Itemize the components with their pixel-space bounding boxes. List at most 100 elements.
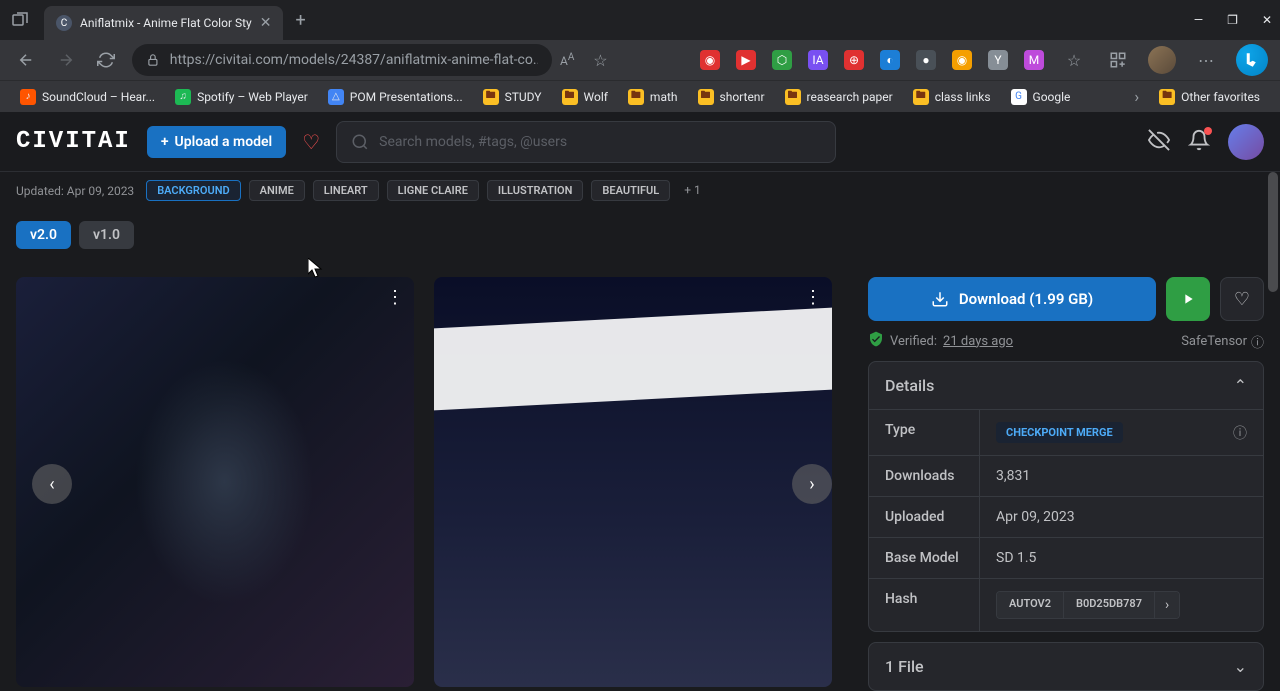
- collections-icon[interactable]: [1104, 46, 1132, 74]
- details-panel: Details ⌃ Type CHECKPOINT MERGE ⓘ Downlo…: [868, 361, 1264, 632]
- ext-icon-6[interactable]: ◐: [880, 50, 900, 70]
- version-v2[interactable]: v2.0: [16, 221, 71, 249]
- tag-anime[interactable]: ANIME: [249, 180, 305, 201]
- browser-tab-strip: C Aniflatmix - Anime Flat Color Sty ✕ + …: [0, 0, 1280, 40]
- chevron-down-icon: ⌄: [1234, 657, 1247, 676]
- search-bar[interactable]: [336, 121, 836, 163]
- download-icon: [931, 290, 949, 308]
- favorite-button[interactable]: ♡: [1220, 277, 1264, 321]
- gallery-image-1[interactable]: ⋮: [16, 277, 414, 687]
- refresh-button[interactable]: [92, 46, 120, 74]
- ext-icon-1[interactable]: ◉: [700, 50, 720, 70]
- url-text: https://civitai.com/models/24387/aniflat…: [170, 52, 538, 68]
- notification-badge: [1204, 127, 1212, 135]
- updated-date: Updated: Apr 09, 2023: [16, 184, 134, 198]
- more-tags[interactable]: + 1: [678, 180, 707, 201]
- profile-avatar[interactable]: [1148, 46, 1176, 74]
- bookmark-study[interactable]: 🖿STUDY: [475, 85, 550, 109]
- ext-icon-9[interactable]: Y: [988, 50, 1008, 70]
- page-scrollbar[interactable]: [1266, 172, 1280, 688]
- bookmark-google[interactable]: GGoogle: [1003, 85, 1079, 109]
- ext-icon-10[interactable]: M: [1024, 50, 1044, 70]
- bookmark-classlinks[interactable]: 🖿class links: [905, 85, 999, 109]
- bookmark-shortenr[interactable]: 🖿shortenr: [690, 85, 773, 109]
- verification-row: Verified: 21 days ago SafeTensor ⓘ: [868, 331, 1264, 351]
- ext-icon-7[interactable]: ●: [916, 50, 936, 70]
- tag-lineart[interactable]: LINEART: [313, 180, 379, 201]
- type-badge: CHECKPOINT MERGE: [996, 422, 1123, 443]
- more-menu-icon[interactable]: ⋯: [1192, 46, 1220, 74]
- run-button[interactable]: [1166, 277, 1210, 321]
- tag-beautiful[interactable]: BEAUTIFUL: [591, 180, 670, 201]
- info-icon[interactable]: ⓘ: [1233, 423, 1247, 443]
- bing-chat-icon[interactable]: [1236, 44, 1268, 76]
- bookmark-wolf[interactable]: 🖿Wolf: [554, 85, 616, 109]
- chevron-up-icon: ⌃: [1234, 376, 1247, 395]
- bookmark-math[interactable]: 🖿math: [620, 85, 686, 109]
- detail-row-hash: Hash AUTOV2 B0D25DB787 ›: [869, 578, 1263, 631]
- bookmark-pom[interactable]: △POM Presentations...: [320, 85, 471, 109]
- bookmark-soundcloud[interactable]: ♪SoundCloud – Hear...: [12, 85, 163, 109]
- image-menu-icon[interactable]: ⋮: [804, 287, 822, 308]
- site-header: CIVITAI + Upload a model ♡: [0, 112, 1280, 172]
- user-avatar[interactable]: [1228, 124, 1264, 160]
- window-controls: — ❐ ✕: [1194, 13, 1272, 27]
- ext-icon-5[interactable]: ⊕: [844, 50, 864, 70]
- search-input[interactable]: [379, 134, 821, 150]
- visibility-icon[interactable]: [1148, 129, 1170, 155]
- hash-expand-button[interactable]: ›: [1155, 592, 1179, 618]
- ext-icon-3[interactable]: ⬡: [772, 50, 792, 70]
- model-page-content: Updated: Apr 09, 2023 BACKGROUND ANIME L…: [0, 180, 1280, 691]
- favorites-icon[interactable]: ☆: [1060, 46, 1088, 74]
- scrollbar-thumb[interactable]: [1268, 172, 1278, 292]
- favorite-star-icon[interactable]: ☆: [586, 46, 614, 74]
- new-tab-button[interactable]: +: [295, 10, 305, 31]
- ext-icon-4[interactable]: IA: [808, 50, 828, 70]
- files-panel: 1 File ⌄: [868, 642, 1264, 691]
- other-favorites[interactable]: 🖿Other favorites: [1151, 85, 1268, 109]
- favorites-heart-icon[interactable]: ♡: [302, 130, 320, 154]
- ext-icon-2[interactable]: ▶: [736, 50, 756, 70]
- image-gallery: ⋮ ⋮ ‹ ›: [16, 277, 848, 691]
- back-button[interactable]: [12, 46, 40, 74]
- model-tags: BACKGROUND ANIME LINEART LIGNE CLAIRE IL…: [146, 180, 707, 201]
- info-icon[interactable]: ⓘ: [1251, 332, 1264, 351]
- tag-ligne-claire[interactable]: LIGNE CLAIRE: [387, 180, 479, 201]
- site-logo[interactable]: CIVITAI: [16, 128, 131, 155]
- bookmark-spotify[interactable]: ♫Spotify – Web Player: [167, 85, 316, 109]
- window-maximize-button[interactable]: ❐: [1227, 13, 1238, 27]
- tab-actions-icon[interactable]: [8, 8, 32, 32]
- image-menu-icon[interactable]: ⋮: [386, 287, 404, 308]
- files-header[interactable]: 1 File ⌄: [869, 643, 1263, 690]
- window-close-button[interactable]: ✕: [1262, 13, 1272, 27]
- forward-button[interactable]: [52, 46, 80, 74]
- upload-model-button[interactable]: + Upload a model: [147, 126, 286, 158]
- version-v1[interactable]: v1.0: [79, 221, 134, 249]
- detail-row-basemodel: Base Model SD 1.5: [869, 537, 1263, 578]
- safetensor-badge: SafeTensor ⓘ: [1181, 332, 1264, 351]
- verified-date-link[interactable]: 21 days ago: [943, 334, 1013, 349]
- tab-title: Aniflatmix - Anime Flat Color Sty: [80, 16, 252, 30]
- browser-toolbar: https://civitai.com/models/24387/aniflat…: [0, 40, 1280, 80]
- gallery-image-2[interactable]: ⋮: [434, 277, 832, 687]
- tag-illustration[interactable]: ILLUSTRATION: [487, 180, 584, 201]
- gallery-prev-button[interactable]: ‹: [32, 464, 72, 504]
- extension-icons: ◉ ▶ ⬡ IA ⊕ ◐ ● ◉ Y M ☆ ⋯: [700, 44, 1268, 76]
- detail-row-uploaded: Uploaded Apr 09, 2023: [869, 496, 1263, 537]
- window-minimize-button[interactable]: —: [1194, 13, 1203, 27]
- bookmark-research[interactable]: 🖿reasearch paper: [777, 85, 901, 109]
- tag-background[interactable]: BACKGROUND: [146, 180, 240, 201]
- tab-close-icon[interactable]: ✕: [260, 15, 272, 31]
- download-button[interactable]: Download (1.99 GB): [868, 277, 1156, 321]
- hash-display: AUTOV2 B0D25DB787 ›: [996, 591, 1180, 619]
- plus-icon: +: [161, 134, 169, 150]
- ext-icon-8[interactable]: ◉: [952, 50, 972, 70]
- bookmarks-overflow-icon[interactable]: ›: [1134, 87, 1139, 106]
- notifications-icon[interactable]: [1188, 129, 1210, 155]
- address-bar[interactable]: https://civitai.com/models/24387/aniflat…: [132, 44, 552, 76]
- browser-tab-active[interactable]: C Aniflatmix - Anime Flat Color Sty ✕: [44, 6, 283, 40]
- gallery-next-button[interactable]: ›: [792, 464, 832, 504]
- details-header[interactable]: Details ⌃: [869, 362, 1263, 409]
- search-icon: [351, 133, 369, 151]
- model-sidebar: Download (1.99 GB) ♡ Verified: 21 days a…: [868, 277, 1264, 691]
